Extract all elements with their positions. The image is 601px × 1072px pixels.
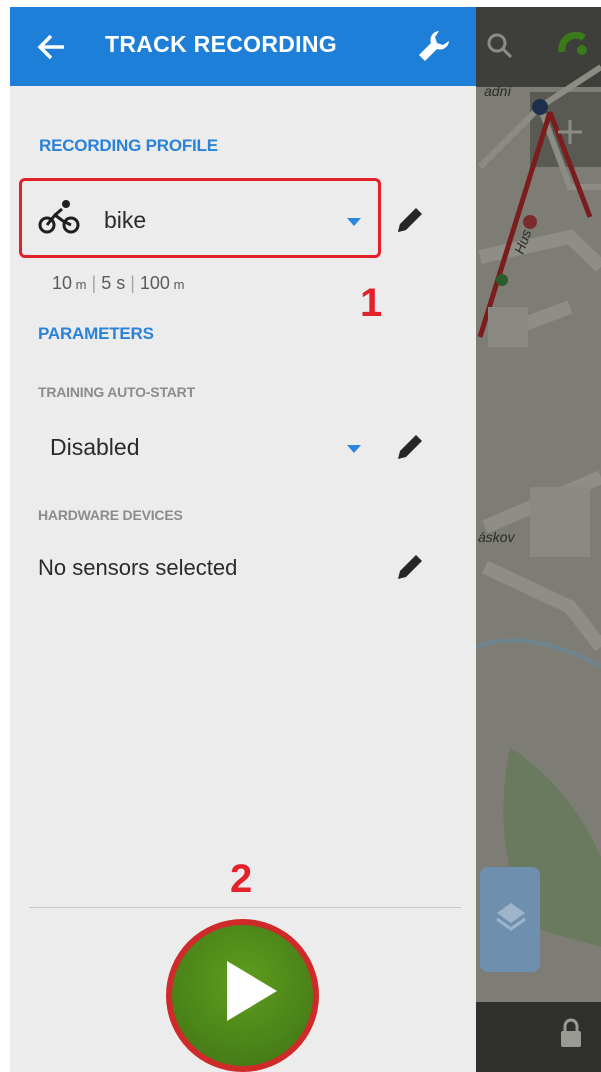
training-autostart-label: TRAINING AUTO-START xyxy=(38,384,195,400)
summary-distance-unit: m xyxy=(75,277,87,292)
hardware-devices-value: No sensors selected xyxy=(38,555,238,580)
divider xyxy=(29,907,461,908)
summary-accuracy: 100 xyxy=(139,273,170,293)
play-icon xyxy=(227,961,277,1021)
wrench-icon[interactable] xyxy=(415,27,453,65)
training-autostart-value: Disabled xyxy=(50,434,140,460)
layers-icon[interactable] xyxy=(494,897,528,937)
hardware-devices-label: HARDWARE DEVICES xyxy=(38,507,183,523)
annotation-marker-2: 2 xyxy=(230,857,253,901)
summary-accuracy-unit: m xyxy=(173,277,185,292)
bicycle-icon xyxy=(38,200,80,234)
profile-selector[interactable]: bike xyxy=(32,185,374,252)
chevron-down-icon[interactable] xyxy=(347,218,361,226)
page-title: TRACK RECORDING xyxy=(105,31,337,57)
plus-icon[interactable] xyxy=(555,117,585,147)
start-recording-button[interactable] xyxy=(166,919,319,1072)
gps-icon[interactable] xyxy=(558,32,594,68)
parameters-heading: PARAMETERS xyxy=(38,324,154,343)
device-screen: adní Hus áskov TRACK RECORDING RECORDING… xyxy=(10,7,601,1072)
summary-distance: 10 xyxy=(52,273,73,293)
recording-profile-heading: RECORDING PROFILE xyxy=(39,136,218,155)
edit-devices-pencil-icon[interactable] xyxy=(393,550,427,584)
arrow-left-icon[interactable] xyxy=(34,29,70,65)
edit-profile-pencil-icon[interactable] xyxy=(393,203,427,237)
summary-time: 5 s xyxy=(101,273,126,293)
lock-icon[interactable] xyxy=(558,1017,584,1051)
search-icon[interactable] xyxy=(486,32,514,60)
app-bar: TRACK RECORDING xyxy=(10,7,476,86)
annotation-marker-1: 1 xyxy=(360,281,383,325)
profile-summary: 10 m | 5 s | 100 m xyxy=(52,273,185,293)
street-label-1: adní xyxy=(484,83,513,99)
street-label-3: áskov xyxy=(478,529,516,545)
edit-autostart-pencil-icon[interactable] xyxy=(393,430,427,464)
profile-name: bike xyxy=(104,207,147,233)
chevron-down-icon[interactable] xyxy=(347,445,361,453)
training-autostart-selector[interactable]: Disabled xyxy=(42,422,382,472)
track-recording-drawer: TRACK RECORDING RECORDING PROFILE bike 1… xyxy=(10,7,476,1072)
